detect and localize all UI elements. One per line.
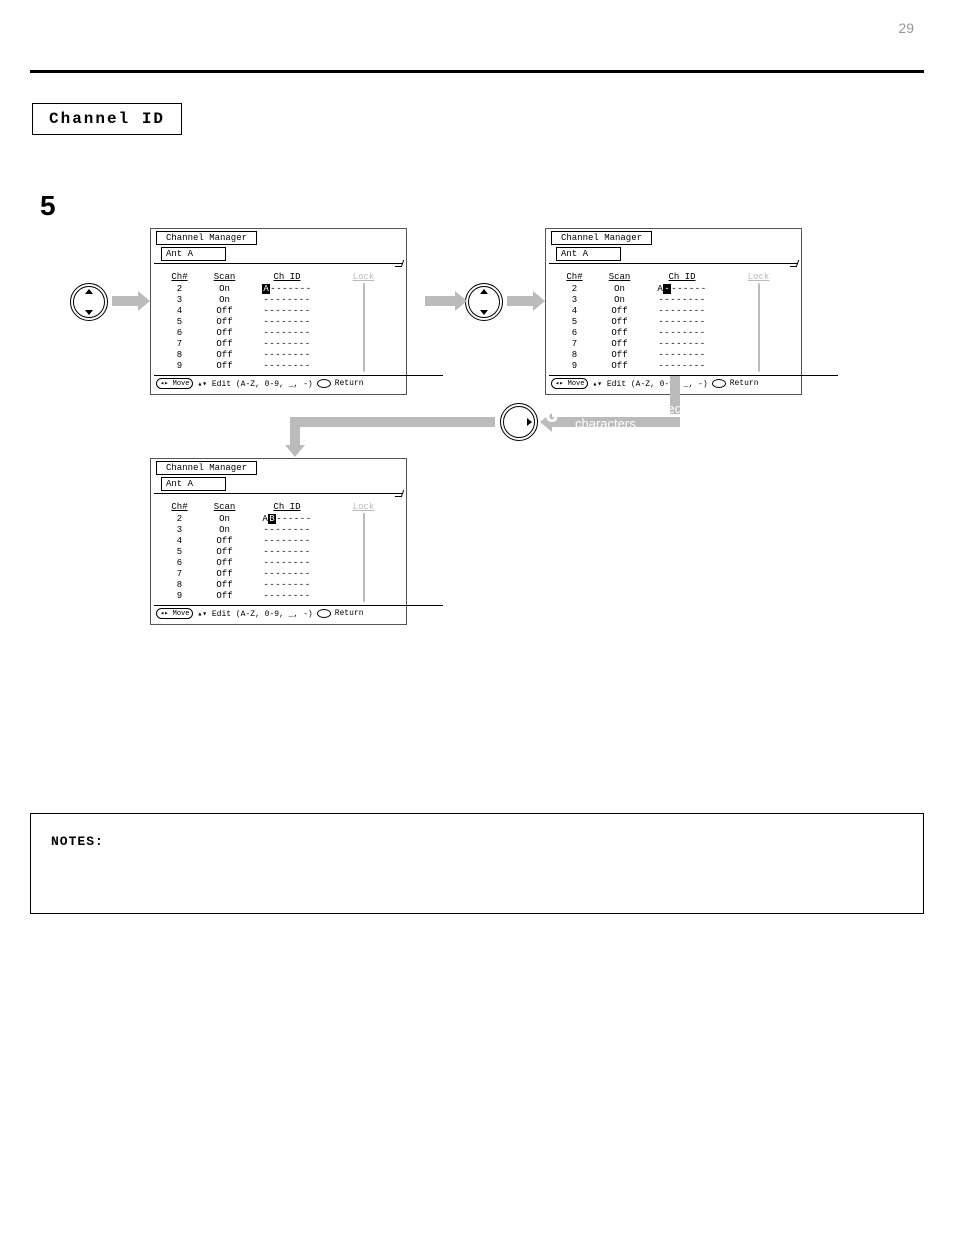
osd-header-row: Ch#ScanCh IDLock (151, 272, 406, 284)
lock-icon (758, 360, 760, 372)
osd-footer: ◂▸ Move▴▾ Edit (A-Z, 0-9, _, -)Return (549, 375, 838, 391)
osd-antenna-label: Ant A (161, 247, 226, 261)
connector (290, 417, 495, 427)
arrow-right-icon (425, 296, 457, 306)
osd-antenna-label: Ant A (161, 477, 226, 491)
step-6: 6 Repeat the procedure above to select t… (545, 401, 855, 431)
cursor-up-down-icon (465, 283, 503, 321)
osd-rows: 2OnAB------3On--------4Off--------5Off--… (151, 514, 406, 602)
cursor-up-down-icon (70, 283, 108, 321)
arrow-right-icon (507, 296, 535, 306)
step-7: 7 When you have finished, press the MENU… (60, 643, 800, 674)
arrow-right-icon (112, 296, 140, 306)
osd-panel-c: Channel Manager Ant A Ch#ScanCh IDLock2OnA… (150, 458, 407, 625)
osd-antenna-label: Ant A (556, 247, 621, 261)
page-number: 29 (898, 20, 914, 36)
step-text: When you have finished, press the MENU b… (100, 643, 800, 659)
note-line-1: • If the ▶ button is pressed on the last… (51, 855, 903, 871)
step-number: 5 (40, 190, 80, 222)
note-line-2: • If the ◀ button is pressed on the firs… (51, 877, 903, 893)
osd-title: Channel Manager (156, 231, 257, 245)
notes-box: NOTES: • If the ▶ button is pressed on t… (30, 813, 924, 914)
top-rule (30, 70, 924, 73)
arrow-down-icon (285, 445, 305, 457)
osd-panel-b: Channel Manager Ant A Ch#ScanCh IDLock2OnA… (545, 228, 802, 395)
table-row: 9Off-------- (157, 591, 400, 602)
osd-title: Channel Manager (551, 231, 652, 245)
osd-title: Channel Manager (156, 461, 257, 475)
osd-header-row: Ch#ScanCh IDLock (151, 502, 406, 514)
cursor-right-icon (500, 403, 538, 441)
lock-icon (363, 360, 365, 372)
osd-rows: 2OnA-------3On--------4Off--------5Off--… (546, 284, 801, 372)
step-number: 6 (545, 401, 575, 429)
osd-header-row: Ch#ScanCh IDLock (546, 272, 801, 284)
step-text: Press the ▲ or ▼ button to select the le… (80, 190, 914, 223)
lock-icon (363, 590, 365, 602)
osd-footer: ◂▸ Move▴▾ Edit (A-Z, 0-9, _, -)Return (154, 375, 443, 391)
page: 29 Channel ID 5 Press the ▲ or ▼ button … (0, 0, 954, 1235)
section-title: Channel ID (32, 103, 182, 135)
osd-panel-a: Channel Manager Ant A Ch#ScanCh IDLock2OnA… (150, 228, 407, 395)
osd-footer: ◂▸ Move▴▾ Edit (A-Z, 0-9, _, -)Return (154, 605, 443, 621)
table-row: 9Off-------- (552, 361, 795, 372)
notes-title: NOTES: (51, 834, 903, 849)
step-5: 5 Press the ▲ or ▼ button to select the … (40, 190, 914, 223)
step-number: 7 (60, 643, 100, 674)
step-text: Repeat the procedure above to select the… (575, 401, 855, 431)
diagram-area: Channel ManagerAnt ACh#ScanCh IDLock2OnA… (30, 223, 924, 783)
osd-rows: 2OnA-------3On--------4Off--------5Off--… (151, 284, 406, 372)
table-row: 9Off-------- (157, 361, 400, 372)
